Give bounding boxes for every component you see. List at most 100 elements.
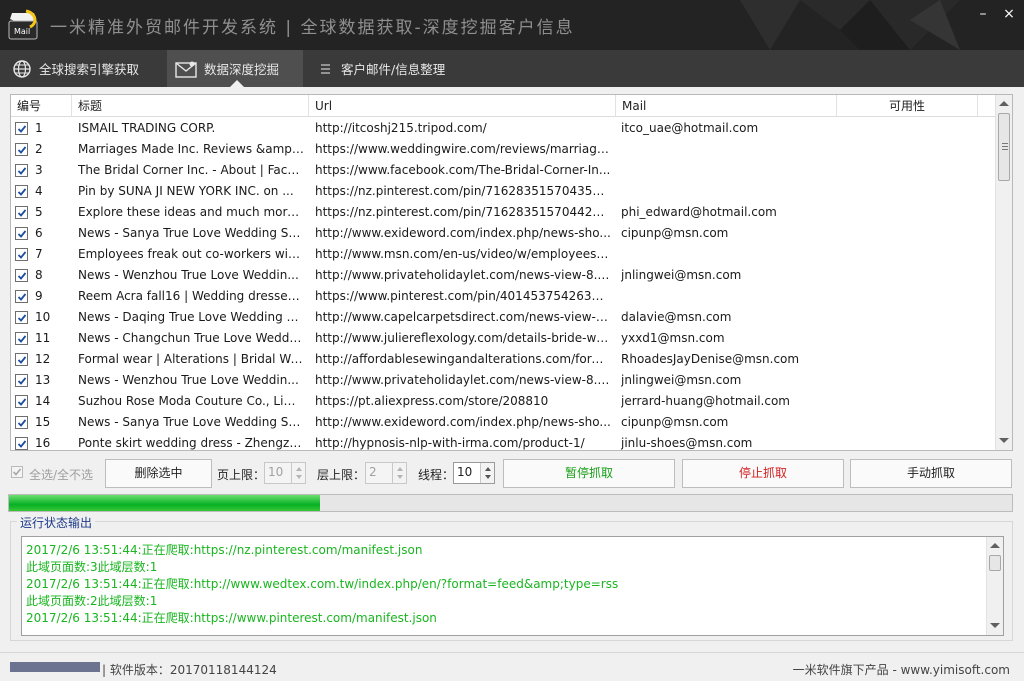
table-row[interactable]: 2 Marriages Made Inc. Reviews &amp;... htt…	[11, 139, 997, 160]
row-checkbox[interactable]	[15, 248, 28, 261]
cell-url: https://www.weddingwire.com/reviews/marr…	[315, 142, 611, 156]
threads-stepper[interactable]: 10	[453, 462, 495, 484]
cell-title: Reem Acra fall16 | Wedding dresses ...	[78, 289, 304, 303]
row-checkbox[interactable]	[15, 185, 28, 198]
table-row[interactable]: 9 Reem Acra fall16 | Wedding dresses ... h…	[11, 286, 997, 307]
user-info-redacted	[10, 662, 100, 672]
tab-global-search[interactable]: 全球搜索引擎获取	[12, 50, 152, 87]
cell-mail: RhoadesJayDenise@msn.com	[621, 352, 800, 366]
row-checkbox[interactable]	[15, 206, 28, 219]
cell-mail: jerrard-huang@hotmail.com	[621, 394, 790, 408]
title-decoration	[740, 0, 960, 50]
table-row[interactable]: 16 Ponte skirt wedding dress - Zhengzh...…	[11, 433, 997, 450]
log-scroll-up-arrow[interactable]	[990, 543, 1000, 548]
cell-id: 12	[35, 352, 51, 366]
table-row[interactable]: 8 News - Wenzhou True Love Weddin... http:…	[11, 265, 997, 286]
cell-id: 4	[35, 184, 43, 198]
close-button[interactable]: ×	[998, 4, 1020, 24]
log-scroll-thumb[interactable]	[989, 555, 1001, 571]
cell-id: 8	[35, 268, 43, 282]
cell-title: Pin by SUNA JI NEW YORK INC. on ...	[78, 184, 294, 198]
scroll-down-arrow[interactable]	[999, 438, 1009, 443]
col-header-url[interactable]: Url	[309, 95, 616, 117]
cell-mail: dalavie@msn.com	[621, 310, 732, 324]
delete-selected-button[interactable]: 删除选中	[105, 459, 212, 488]
minimize-button[interactable]: –	[972, 4, 994, 24]
log-scroll-down-arrow[interactable]	[990, 623, 1000, 628]
cell-id: 2	[35, 142, 43, 156]
cell-id: 14	[35, 394, 51, 408]
cell-url: http://www.juliereflexology.com/details-…	[315, 331, 611, 345]
cell-title: News - Sanya True Love Wedding Se...	[78, 415, 304, 429]
vendor-link[interactable]: 一米软件旗下产品 - www.yimisoft.com	[793, 661, 1010, 678]
cell-id: 11	[35, 331, 51, 345]
cell-url: https://www.facebook.com/The-Bridal-Corn…	[315, 163, 611, 177]
page-limit-spin-buttons[interactable]	[291, 463, 305, 483]
log-output[interactable]: 2017/2/6 13:51:44:正在爬取:https://nz.pinter…	[21, 536, 1004, 636]
cell-available	[841, 118, 977, 139]
table-row[interactable]: 5 Explore these ideas and much more!... ht…	[11, 202, 997, 223]
col-header-available[interactable]: 可用性	[837, 95, 978, 117]
results-grid[interactable]: 编号 标题 Url Mail 可用性 1 ISMAIL TRADING CORP.…	[10, 94, 1013, 451]
page-limit-stepper[interactable]: 10	[264, 462, 306, 484]
cell-title: News - Sanya True Love Wedding Se...	[78, 226, 304, 240]
depth-limit-spin-buttons[interactable]	[392, 463, 406, 483]
tab-email-organize[interactable]: 客户邮件/信息整理	[318, 50, 458, 87]
table-row[interactable]: 12 Formal wear | Alterations | Bridal We.…	[11, 349, 997, 370]
table-row[interactable]: 6 News - Sanya True Love Wedding Se... htt…	[11, 223, 997, 244]
row-checkbox[interactable]	[15, 332, 28, 345]
col-header-title[interactable]: 标题	[72, 95, 309, 117]
cell-url: https://www.pinterest.com/pin/4014537542…	[315, 289, 611, 303]
scroll-up-arrow[interactable]	[999, 101, 1009, 106]
threads-spin-buttons[interactable]	[480, 463, 494, 483]
cell-mail	[621, 244, 833, 265]
table-row[interactable]: 1 ISMAIL TRADING CORP. http://itcoshj215.t…	[11, 118, 997, 139]
row-checkbox[interactable]	[15, 416, 28, 429]
log-scrollbar[interactable]	[986, 537, 1003, 635]
cell-url: http://www.exideword.com/index.php/news-…	[315, 226, 611, 240]
select-all-checkbox[interactable]	[11, 466, 23, 478]
row-checkbox[interactable]	[15, 290, 28, 303]
cell-available	[841, 328, 977, 349]
row-checkbox[interactable]	[15, 143, 28, 156]
cell-title: Explore these ideas and much more!...	[78, 205, 304, 219]
cell-title: News - Changchun True Love Weddi...	[78, 331, 304, 345]
stop-crawl-button[interactable]: 停止抓取	[682, 459, 844, 488]
row-checkbox[interactable]	[15, 374, 28, 387]
table-row[interactable]: 10 News - Daqing True Love Wedding S... ht…	[11, 307, 997, 328]
col-header-id[interactable]: 编号	[11, 95, 72, 117]
manual-crawl-button[interactable]: 手动抓取	[850, 459, 1012, 488]
row-checkbox[interactable]	[15, 437, 28, 450]
row-checkbox[interactable]	[15, 227, 28, 240]
globe-icon	[13, 59, 31, 78]
col-header-mail[interactable]: Mail	[616, 95, 837, 117]
row-checkbox[interactable]	[15, 395, 28, 408]
pause-crawl-button[interactable]: 暂停抓取	[503, 459, 675, 488]
crawl-progress-bar	[8, 494, 1013, 512]
grid-scrollbar[interactable]	[995, 95, 1012, 450]
cell-available	[841, 349, 977, 370]
cell-title: Marriages Made Inc. Reviews &amp;...	[78, 142, 304, 156]
list-icon	[321, 63, 330, 74]
cell-mail: phi_edward@hotmail.com	[621, 205, 777, 219]
scroll-thumb[interactable]	[998, 113, 1010, 181]
row-checkbox[interactable]	[15, 311, 28, 324]
row-checkbox[interactable]	[15, 164, 28, 177]
table-row[interactable]: 3 The Bridal Corner Inc. - About | Face..…	[11, 160, 997, 181]
cell-available	[841, 265, 977, 286]
row-checkbox[interactable]	[15, 269, 28, 282]
table-row[interactable]: 11 News - Changchun True Love Weddi... htt…	[11, 328, 997, 349]
table-row[interactable]: 15 News - Sanya True Love Wedding Se... ht…	[11, 412, 997, 433]
table-row[interactable]: 14 Suzhou Rose Moda Couture Co., Lim... ht…	[11, 391, 997, 412]
page-limit-value: 10	[268, 465, 284, 479]
depth-limit-stepper[interactable]: 2	[365, 462, 407, 484]
row-checkbox[interactable]	[15, 353, 28, 366]
cell-mail: jnlingwei@msn.com	[621, 268, 742, 282]
log-line: 此域页面数:3此域层数:1	[26, 560, 158, 574]
cell-available	[841, 160, 977, 181]
software-version: | 软件版本：20170118144124	[102, 663, 277, 677]
table-row[interactable]: 7 Employees freak out co-workers wit... ht…	[11, 244, 997, 265]
table-row[interactable]: 13 News - Wenzhou True Love Weddin... http…	[11, 370, 997, 391]
table-row[interactable]: 4 Pin by SUNA JI NEW YORK INC. on ... http…	[11, 181, 997, 202]
row-checkbox[interactable]	[15, 122, 28, 135]
